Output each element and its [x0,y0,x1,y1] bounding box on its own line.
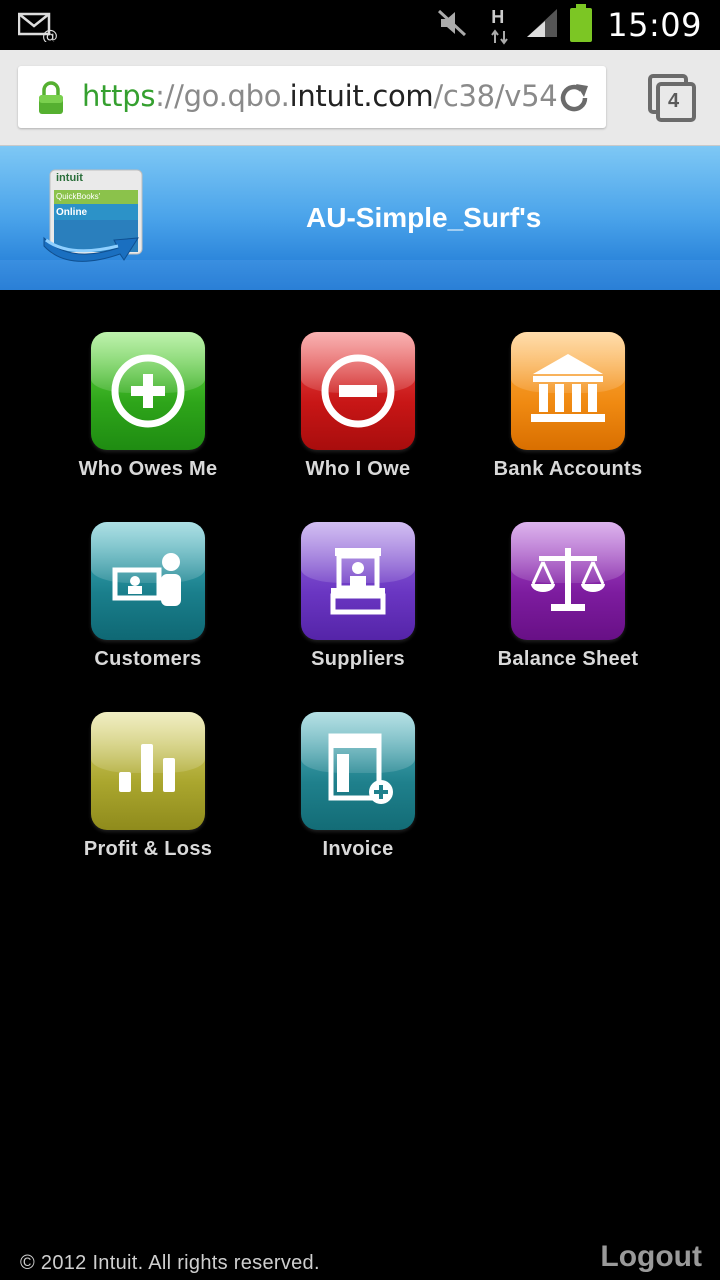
status-bar: @ H 15:09 [0,0,720,50]
network-type-icon: H [489,5,513,45]
svg-text:@: @ [42,26,58,42]
menu-label: Profit & Loss [83,838,213,860]
menu-label: Invoice [322,838,394,860]
customer-icon [91,522,205,640]
minus-circle-icon [301,332,415,450]
menu-label: Who I Owe [305,458,411,480]
company-name: AU-Simple_Surf's [306,202,542,233]
url-separator: :// [155,79,184,113]
logout-button[interactable]: Logout [600,1240,702,1274]
logo-edition-text: Online [56,207,88,218]
menu-tile-profit-loss[interactable]: Profit & Loss [48,712,248,861]
url-subdomain: go.qbo. [183,79,290,113]
tab-count: 4 [668,90,680,112]
menu-tile-bank-accounts[interactable]: Bank Accounts [468,332,668,481]
url-text[interactable]: https://go.qbo.intuit.com/c38/v54 [82,79,558,113]
app-header: intuit QuickBooks' Online AU-Simple_Surf… [0,146,720,290]
menu-tile-invoice[interactable]: Invoice [258,712,458,861]
logo-product-text: QuickBooks' [56,192,101,201]
plus-circle-icon [91,332,205,450]
menu-label: Suppliers [311,648,405,670]
scales-icon [511,522,625,640]
menu-label: Bank Accounts [493,458,643,480]
network-type-label: H [491,7,505,27]
bar-chart-icon [91,712,205,830]
lock-icon [36,81,66,120]
url-host: intuit.com [289,79,434,113]
clock: 15:09 [607,6,702,44]
menu-label: Balance Sheet [497,648,639,670]
menu-tile-who-i-owe[interactable]: Who I Owe [258,332,458,481]
menu-label: Customers [94,648,202,670]
tabs-button[interactable]: 4 [648,74,698,129]
bank-icon [511,332,625,450]
menu-tile-suppliers[interactable]: Suppliers [258,522,458,671]
invoice-add-icon [301,712,415,830]
signal-icon [525,7,559,44]
url-path: /c38/v54 [433,79,558,113]
menu-tile-balance-sheet[interactable]: Balance Sheet [468,522,668,671]
battery-icon [569,3,593,47]
menu-tile-who-owes-me[interactable]: Who Owes Me [48,332,248,481]
logo-brand-text: intuit [56,172,83,184]
quickbooks-logo: intuit QuickBooks' Online [40,168,144,273]
url-bar[interactable]: https://go.qbo.intuit.com/c38/v54 [18,66,606,128]
mute-icon [435,7,471,44]
url-scheme: https [82,79,156,113]
menu-label: Who Owes Me [78,458,218,480]
supplier-icon [301,522,415,640]
reload-icon[interactable] [556,80,592,121]
menu-tile-customers[interactable]: Customers [48,522,248,671]
email-icon: @ [17,12,58,47]
browser-toolbar: https://go.qbo.intuit.com/c38/v54 4 [0,50,720,146]
copyright: © 2012 Intuit. All rights reserved. [20,1252,320,1274]
